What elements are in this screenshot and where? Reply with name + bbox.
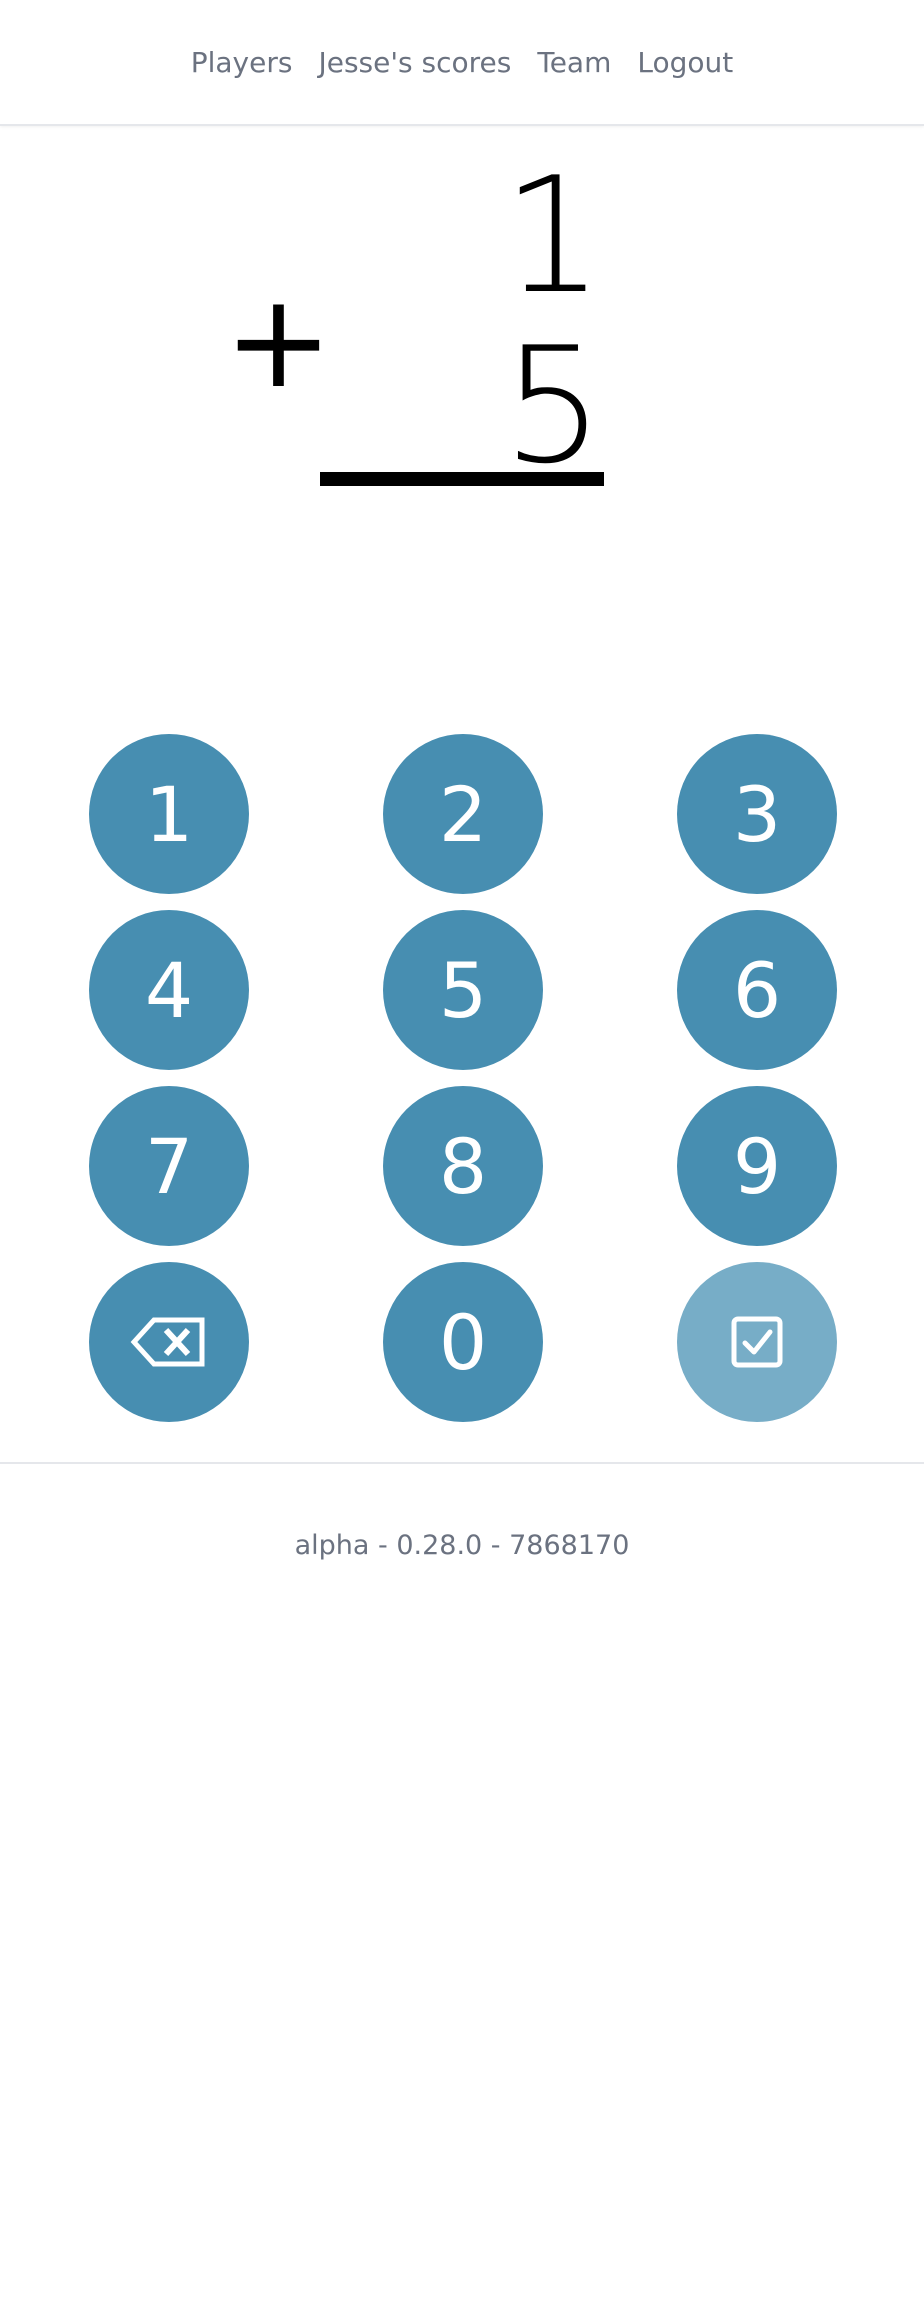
key-5[interactable]: 5 bbox=[383, 910, 543, 1070]
submit-button[interactable] bbox=[677, 1262, 837, 1422]
nav-players-link[interactable]: Players bbox=[191, 46, 293, 79]
key-0[interactable]: 0 bbox=[383, 1262, 543, 1422]
nav-scores-link[interactable]: Jesse's scores bbox=[318, 46, 511, 79]
key-3[interactable]: 3 bbox=[677, 734, 837, 894]
key-8[interactable]: 8 bbox=[383, 1086, 543, 1246]
version-text: alpha - 0.28.0 - 7868170 bbox=[294, 1530, 630, 1561]
nav-logout-link[interactable]: Logout bbox=[637, 46, 733, 79]
backspace-button[interactable] bbox=[89, 1262, 249, 1422]
key-7[interactable]: 7 bbox=[89, 1086, 249, 1246]
top-operand: 1 bbox=[502, 142, 604, 329]
nav-team-link[interactable]: Team bbox=[537, 46, 611, 79]
number-keypad: 1 2 3 4 5 6 7 8 9 0 bbox=[0, 730, 924, 1430]
operator-sign: + bbox=[224, 265, 333, 417]
key-9[interactable]: 9 bbox=[677, 1086, 837, 1246]
top-nav: Players Jesse's scores Team Logout bbox=[0, 0, 924, 126]
footer: alpha - 0.28.0 - 7868170 bbox=[0, 1462, 924, 1561]
bottom-operand: 5 bbox=[502, 312, 604, 499]
key-2[interactable]: 2 bbox=[383, 734, 543, 894]
checkbox-icon bbox=[731, 1316, 783, 1368]
key-1[interactable]: 1 bbox=[89, 734, 249, 894]
key-6[interactable]: 6 bbox=[677, 910, 837, 1070]
backspace-icon bbox=[130, 1317, 205, 1367]
answer-line bbox=[320, 472, 604, 486]
key-4[interactable]: 4 bbox=[89, 910, 249, 1070]
math-problem: 1 + 5 bbox=[0, 128, 924, 508]
